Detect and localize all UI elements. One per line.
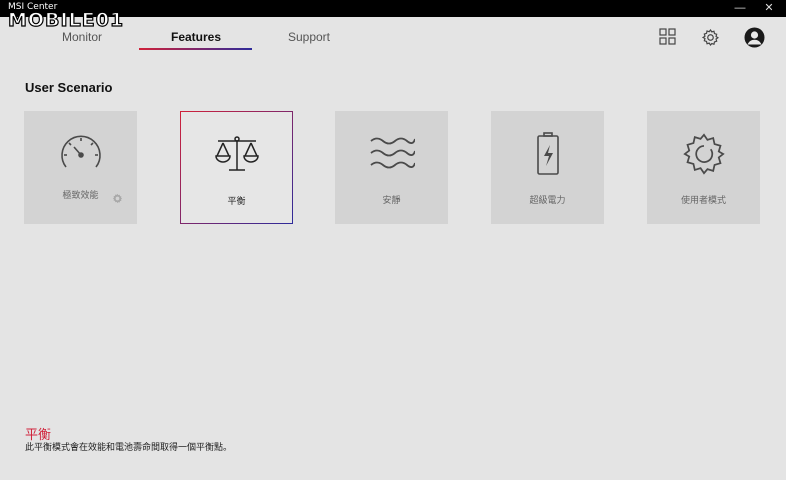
active-tab-indicator xyxy=(139,48,252,50)
grid-icon[interactable] xyxy=(659,28,676,45)
user-avatar[interactable] xyxy=(744,27,765,48)
scenario-settings-icon[interactable] xyxy=(112,193,123,204)
balance-scale-icon xyxy=(214,136,259,171)
scenario-label: 超級電力 xyxy=(529,196,566,206)
settings-icon[interactable] xyxy=(701,28,720,47)
tab-support[interactable]: Support xyxy=(279,30,339,44)
gear-icon xyxy=(682,133,725,175)
close-button[interactable]: ✕ xyxy=(756,0,782,17)
scenario-card-extreme-performance[interactable]: 極致效能 xyxy=(24,111,137,224)
speedometer-icon xyxy=(60,135,101,168)
scenario-label: 使用者模式 xyxy=(680,196,726,206)
waves-icon xyxy=(369,137,415,169)
scenario-card-silent[interactable]: 安靜 xyxy=(335,111,448,224)
scenario-card-super-battery[interactable]: 超級電力 xyxy=(491,111,604,224)
tab-monitor[interactable]: Monitor xyxy=(52,30,112,44)
scenario-card-user-mode[interactable]: 使用者模式 xyxy=(647,111,760,224)
battery-icon xyxy=(536,132,559,175)
scenario-label: 安靜 xyxy=(382,196,401,206)
section-title: User Scenario xyxy=(25,80,113,95)
minimize-button[interactable]: — xyxy=(727,0,753,17)
scenario-label: 平衡 xyxy=(227,197,246,207)
tab-features[interactable]: Features xyxy=(160,30,232,44)
scenario-description-text: 此平衡模式會在效能和電池壽命間取得一個平衡點。 xyxy=(25,443,233,453)
scenario-card-balanced[interactable]: 平衡 xyxy=(180,111,293,224)
